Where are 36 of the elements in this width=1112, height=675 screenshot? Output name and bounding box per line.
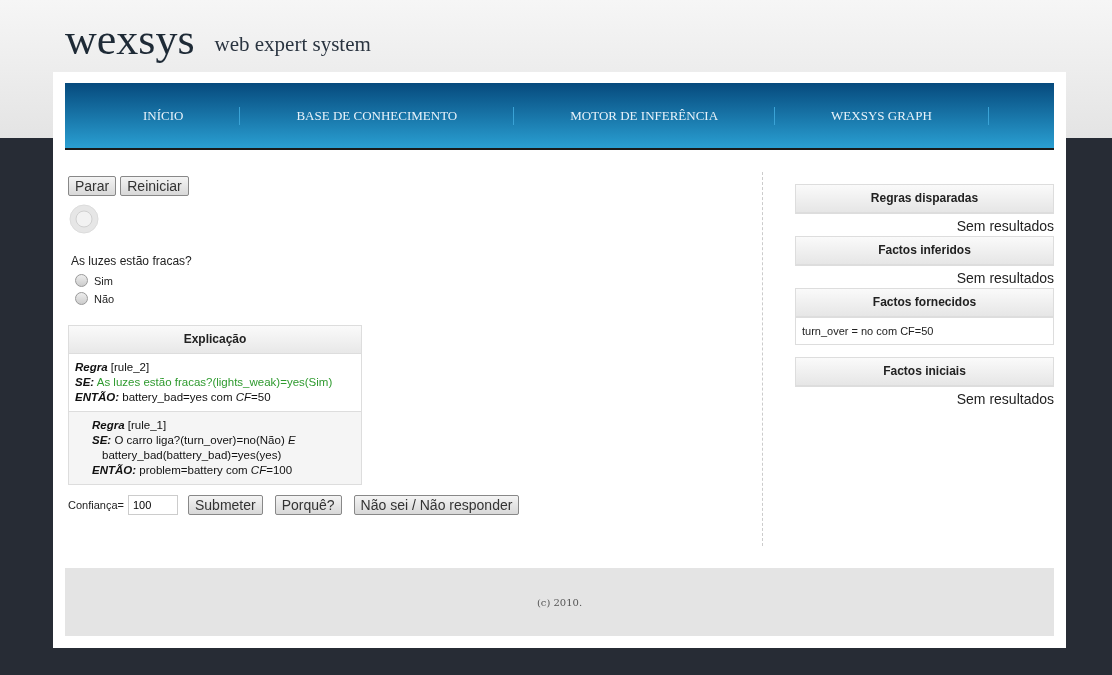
- copyright-text: (c) 2010.: [536, 596, 583, 608]
- loading-icon: [69, 204, 99, 234]
- nav-link[interactable]: BASE DE CONHECIMENTO: [240, 106, 515, 125]
- site-tagline: web expert system: [214, 32, 371, 57]
- nav-link[interactable]: MOTOR DE INFERÊNCIA: [514, 106, 776, 125]
- panel-title: Regras disparadas: [795, 184, 1054, 214]
- empty-message: Sem resultados: [955, 270, 1054, 286]
- panel-title: Explicação: [69, 326, 361, 354]
- answer-button[interactable]: Porquê?: [274, 495, 342, 515]
- answer-button[interactable]: Não sei / Não responder: [353, 495, 520, 515]
- question-text: As luzes estão fracas?: [71, 254, 193, 268]
- radio-button[interactable]: [75, 292, 88, 305]
- confidence-input[interactable]: 100: [127, 495, 178, 515]
- rule-line: ENTÃO: problem=battery com CF=100: [92, 463, 294, 478]
- panel-title: Factos inferidos: [795, 236, 1054, 266]
- nav-link[interactable]: WEXSYS GRAPH: [775, 106, 989, 125]
- control-button[interactable]: Reiniciar: [120, 176, 189, 196]
- rule-line: Regra [rule_2]: [75, 360, 151, 375]
- site-logo: wexsys: [65, 18, 195, 62]
- control-button[interactable]: Parar: [68, 176, 117, 196]
- answer-option[interactable]: Sim: [75, 274, 759, 287]
- empty-message: Sem resultados: [955, 218, 1054, 234]
- fact-item: turn_over = no com CF=50: [802, 325, 935, 337]
- panel-title: Factos iniciais: [795, 357, 1054, 387]
- answer-button[interactable]: Submeter: [187, 495, 263, 515]
- panel-title: Factos fornecidos: [795, 288, 1054, 318]
- confidence-label: Confiança=: [68, 499, 124, 511]
- rule-line: SE: As luzes estão fracas?(lights_weak)=yes(Sim): [75, 375, 334, 390]
- rule-line: SE: O carro liga?(turn_over)=no(Não) E: [92, 433, 297, 448]
- radio-button[interactable]: [75, 274, 88, 287]
- empty-message: Sem resultados: [955, 391, 1054, 407]
- answer-option[interactable]: Não: [75, 292, 759, 305]
- rule-line: Regra [rule_1]: [92, 418, 168, 433]
- rule-line: battery_bad(battery_bad)=yes(yes): [101, 448, 283, 463]
- nav-link[interactable]: INÍCIO: [97, 106, 241, 125]
- rule-line: ENTÃO: battery_bad=yes com CF=50: [75, 390, 272, 405]
